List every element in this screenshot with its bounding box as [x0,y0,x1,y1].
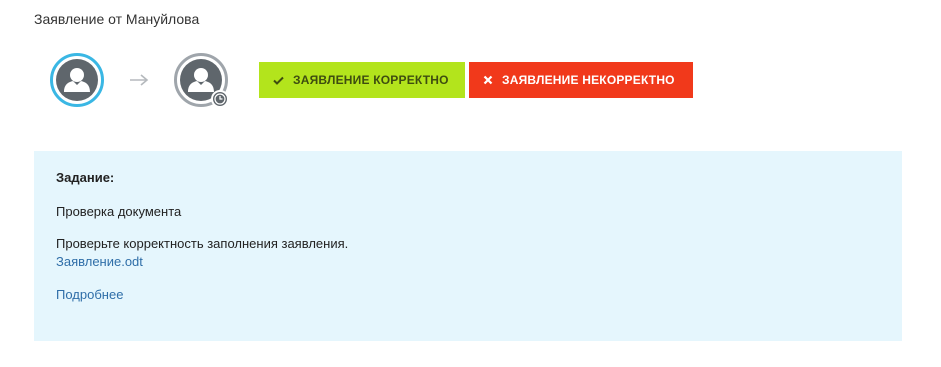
reject-button[interactable]: Заявление некорректно [469,62,693,98]
approve-button[interactable]: Заявление корректно [259,62,465,98]
cross-icon [483,75,493,85]
current-assignee-avatar[interactable] [50,53,104,107]
checkmark-icon [273,76,284,85]
task-description: Проверьте корректность заполнения заявле… [56,236,349,251]
task-name: Проверка документа [56,204,182,219]
task-panel: Задание: Проверка документа Проверьте ко… [34,151,902,341]
attachment-link[interactable]: Заявление.odt [56,254,880,269]
user-icon [56,59,98,101]
reject-button-label: Заявление некорректно [502,73,675,87]
more-details-link[interactable]: Подробнее [56,287,880,302]
clock-icon [211,90,229,108]
task-heading: Задание: [56,170,115,185]
arrow-right-icon [115,73,163,87]
next-assignee-avatar[interactable] [174,53,229,108]
approve-button-label: Заявление корректно [293,73,449,87]
page-title: Заявление от Мануйлова [34,11,200,27]
workflow-steps: Заявление корректно Заявление некорректн… [50,52,693,108]
